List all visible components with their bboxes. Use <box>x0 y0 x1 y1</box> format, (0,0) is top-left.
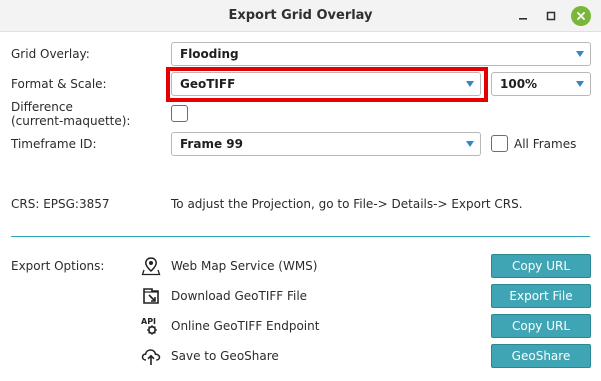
copy-wms-url-button[interactable]: Copy URL <box>491 254 591 278</box>
highlight-box <box>166 67 488 102</box>
wms-option-label: Web Map Service (WMS) <box>171 259 318 273</box>
close-icon <box>577 12 585 20</box>
geoshare-option-label: Save to GeoShare <box>171 349 279 363</box>
all-frames-checkbox[interactable] <box>491 135 508 152</box>
minimize-button[interactable] <box>513 6 533 26</box>
chevron-down-icon <box>576 51 584 57</box>
divider <box>11 236 590 237</box>
window-title: Export Grid Overlay <box>228 8 373 23</box>
crs-label: CRS: EPSG:3857 <box>11 197 110 211</box>
geoshare-button[interactable]: GeoShare <box>491 344 591 368</box>
map-pin-icon <box>141 256 161 276</box>
grid-overlay-label: Grid Overlay: <box>11 47 90 61</box>
crs-hint: To adjust the Projection, go to File-> D… <box>171 197 523 211</box>
timeframe-value: Frame 99 <box>180 137 243 151</box>
chevron-down-icon <box>466 141 474 147</box>
svg-text:API: API <box>141 317 156 326</box>
close-button[interactable] <box>571 6 591 26</box>
format-scale-label: Format & Scale: <box>11 77 107 91</box>
title-bar: Export Grid Overlay <box>0 0 601 32</box>
download-file-icon <box>141 286 161 306</box>
copy-endpoint-url-button[interactable]: Copy URL <box>491 314 591 338</box>
timeframe-label: Timeframe ID: <box>11 137 97 151</box>
maximize-button[interactable] <box>541 6 561 26</box>
difference-checkbox[interactable] <box>171 105 188 122</box>
scale-dropdown[interactable]: 100% <box>491 72 591 96</box>
grid-overlay-dropdown[interactable]: Flooding <box>171 42 591 66</box>
all-frames-label[interactable]: All Frames <box>514 137 576 151</box>
scale-value: 100% <box>500 77 538 91</box>
maximize-icon <box>546 11 556 21</box>
cloud-upload-icon <box>141 346 161 366</box>
grid-overlay-value: Flooding <box>180 47 239 61</box>
download-option-label: Download GeoTIFF File <box>171 289 308 303</box>
export-options-label: Export Options: <box>11 259 105 273</box>
timeframe-dropdown[interactable]: Frame 99 <box>171 132 481 156</box>
export-file-button[interactable]: Export File <box>491 284 591 308</box>
chevron-down-icon <box>576 81 584 87</box>
difference-label-line2: (current-maquette): <box>11 114 131 128</box>
api-icon: API <box>141 316 161 336</box>
endpoint-option-label: Online GeoTIFF Endpoint <box>171 319 320 333</box>
difference-label: Difference (current-maquette): <box>11 100 130 128</box>
minimize-icon <box>519 18 527 20</box>
difference-label-line1: Difference <box>11 100 73 114</box>
